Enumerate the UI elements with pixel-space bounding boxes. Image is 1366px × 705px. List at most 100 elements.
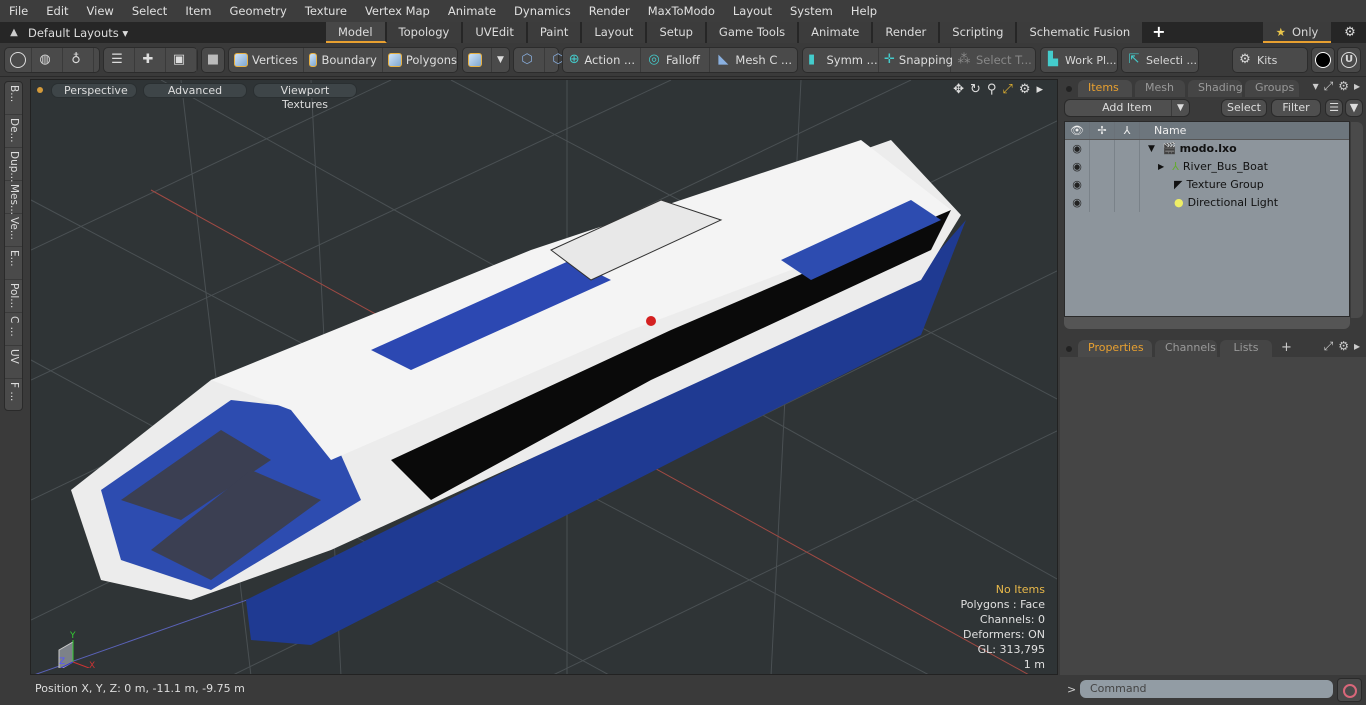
- gear-icon[interactable]: ⚙: [1340, 22, 1360, 43]
- action-center-button-1[interactable]: ⬡: [514, 48, 545, 72]
- menu-animate[interactable]: Animate: [439, 0, 505, 22]
- menu-geometry[interactable]: Geometry: [221, 0, 296, 22]
- tab-schematic-fusion[interactable]: Schematic Fusion: [1017, 22, 1145, 43]
- vtab-edge[interactable]: E...: [5, 247, 22, 280]
- only-toggle[interactable]: ★ Only: [1263, 22, 1331, 43]
- expand-right-icon[interactable]: ▸: [1036, 82, 1043, 97]
- menu-texture[interactable]: Texture: [296, 0, 356, 22]
- panel-more-icon[interactable]: ▸: [1354, 79, 1360, 94]
- tab-layout[interactable]: Layout: [582, 22, 648, 43]
- tree-row[interactable]: ◉ ▶ ⅄ River_Bus_Boat: [1065, 158, 1349, 176]
- add-item-dropdown-icon[interactable]: ▼: [1171, 100, 1189, 116]
- select-button[interactable]: Select: [1221, 99, 1267, 117]
- tab-channels[interactable]: Channels: [1155, 340, 1217, 357]
- expand-icon[interactable]: ▶: [1158, 158, 1164, 176]
- tree-vertical-scrollbar[interactable]: [1351, 122, 1363, 318]
- symmetry-button[interactable]: ▮ Symm ...: [803, 48, 879, 72]
- globe-button[interactable]: ◍: [32, 48, 63, 72]
- tab-uvedit[interactable]: UVEdit: [463, 22, 528, 43]
- tab-setup[interactable]: Setup: [647, 22, 707, 43]
- panel-gear-icon[interactable]: ⚙: [1338, 79, 1349, 94]
- kits-button[interactable]: ⚙ Kits: [1232, 47, 1308, 73]
- type-column-icon[interactable]: ⅄: [1115, 122, 1140, 139]
- menu-render[interactable]: Render: [580, 0, 639, 22]
- tabs-dropdown-icon[interactable]: ▾: [1313, 79, 1319, 94]
- collapse-icon[interactable]: ▼: [1148, 140, 1155, 158]
- tab-groups[interactable]: Groups: [1245, 80, 1299, 97]
- list-options-button[interactable]: ☰: [1325, 99, 1343, 117]
- vtab-deform[interactable]: De...: [5, 115, 22, 148]
- vtab-vertex[interactable]: Ve...: [5, 214, 22, 247]
- unwrap-button[interactable]: ✚: [135, 48, 166, 72]
- lock-column-icon[interactable]: ✢: [1090, 122, 1115, 139]
- panel-more-icon[interactable]: ▸: [1354, 339, 1360, 354]
- menu-item[interactable]: Item: [176, 0, 220, 22]
- maximize-icon[interactable]: ⤢: [1002, 82, 1012, 97]
- tab-lists[interactable]: Lists: [1220, 340, 1272, 357]
- panel-menu-dot[interactable]: [1066, 86, 1072, 92]
- expand-panel-icon[interactable]: ⤢: [1324, 79, 1334, 94]
- add-tab-button[interactable]: +: [1281, 340, 1292, 355]
- tab-scripting[interactable]: Scripting: [940, 22, 1018, 43]
- select-through-button[interactable]: ⁂ Select T...: [951, 48, 1037, 72]
- tab-shading[interactable]: Shading: [1188, 80, 1243, 97]
- view-mode-button[interactable]: Perspective: [51, 82, 137, 98]
- work-plane-button[interactable]: ▙ Work Pl...: [1040, 47, 1118, 73]
- funnel-button[interactable]: ▼: [1345, 99, 1363, 117]
- selection-sets-button[interactable]: ⇱ Selecti ...: [1121, 47, 1199, 73]
- menu-layout[interactable]: Layout: [724, 0, 781, 22]
- eye-icon[interactable]: ◉: [1065, 194, 1090, 212]
- menu-select[interactable]: Select: [123, 0, 176, 22]
- mesh-constraint-button[interactable]: ◣ Mesh C ...: [710, 48, 797, 72]
- vtab-basic[interactable]: B...: [5, 82, 22, 115]
- menu-dynamics[interactable]: Dynamics: [505, 0, 580, 22]
- pen-button[interactable]: ♁: [63, 48, 94, 72]
- vtab-uv[interactable]: UV: [5, 346, 22, 379]
- expand-panel-icon[interactable]: ⤢: [1324, 339, 1334, 354]
- 3d-viewport[interactable]: Perspective Advanced Viewport Textures ✥…: [30, 79, 1058, 675]
- panel-menu-dot[interactable]: [1066, 346, 1072, 352]
- tab-paint[interactable]: Paint: [527, 22, 583, 43]
- tab-items[interactable]: Items: [1078, 80, 1132, 97]
- collapse-up-icon[interactable]: ▲: [0, 27, 28, 38]
- tab-animate[interactable]: Animate: [799, 22, 874, 43]
- name-column-header[interactable]: Name: [1140, 122, 1186, 139]
- unreal-button[interactable]: U: [1337, 47, 1361, 73]
- tree-row[interactable]: ◉ ▼ 🎬 modo.lxo: [1065, 140, 1349, 158]
- rotate-icon[interactable]: ↻: [970, 82, 981, 97]
- polygons-button[interactable]: Polygons: [383, 48, 462, 72]
- menu-vertex-map[interactable]: Vertex Map: [356, 0, 439, 22]
- tree-row[interactable]: ◉ ◤ Texture Group: [1065, 176, 1349, 194]
- tree-row[interactable]: ◉ ● Directional Light: [1065, 194, 1349, 212]
- menu-edit[interactable]: Edit: [37, 0, 77, 22]
- vertices-button[interactable]: Vertices: [229, 48, 304, 72]
- circle-select-button[interactable]: [5, 48, 32, 72]
- command-input[interactable]: Command: [1080, 680, 1333, 698]
- menu-view[interactable]: View: [78, 0, 123, 22]
- default-layouts-dropdown[interactable]: Default Layouts ▾: [28, 26, 326, 40]
- viewport-menu-dot[interactable]: [37, 87, 43, 93]
- vtab-fusion[interactable]: F ...: [5, 379, 22, 412]
- tree-horizontal-scrollbar[interactable]: [1064, 317, 1350, 329]
- menu-system[interactable]: System: [781, 0, 842, 22]
- frame-button[interactable]: ▣: [166, 48, 197, 72]
- action-button[interactable]: ⊕ Action ...: [563, 48, 641, 72]
- pan-icon[interactable]: ✥: [953, 82, 964, 97]
- shading-mode-button[interactable]: Advanced: [143, 82, 247, 98]
- menu-maxtomodo[interactable]: MaxToModo: [639, 0, 724, 22]
- visibility-column-icon[interactable]: 👁: [1065, 122, 1090, 139]
- vtab-polygon[interactable]: Pol...: [5, 280, 22, 313]
- eye-icon[interactable]: ◉: [1065, 176, 1090, 194]
- panel-gear-icon[interactable]: ⚙: [1338, 339, 1349, 354]
- material-dropdown[interactable]: ▼: [492, 48, 509, 72]
- eye-icon[interactable]: ◉: [1065, 140, 1090, 158]
- filter-button[interactable]: Filter: [1271, 99, 1321, 117]
- tab-model[interactable]: Model: [326, 22, 387, 43]
- add-tab-button[interactable]: +: [1144, 22, 1173, 43]
- add-item-button[interactable]: Add Item ▼: [1064, 99, 1190, 117]
- vtab-duplicate[interactable]: Dup...: [5, 148, 22, 182]
- boundary-button[interactable]: Boundary: [304, 48, 383, 72]
- vtab-mesh-edit[interactable]: Mes...: [5, 181, 22, 215]
- tab-render[interactable]: Render: [873, 22, 941, 43]
- unity-button[interactable]: [1311, 47, 1335, 73]
